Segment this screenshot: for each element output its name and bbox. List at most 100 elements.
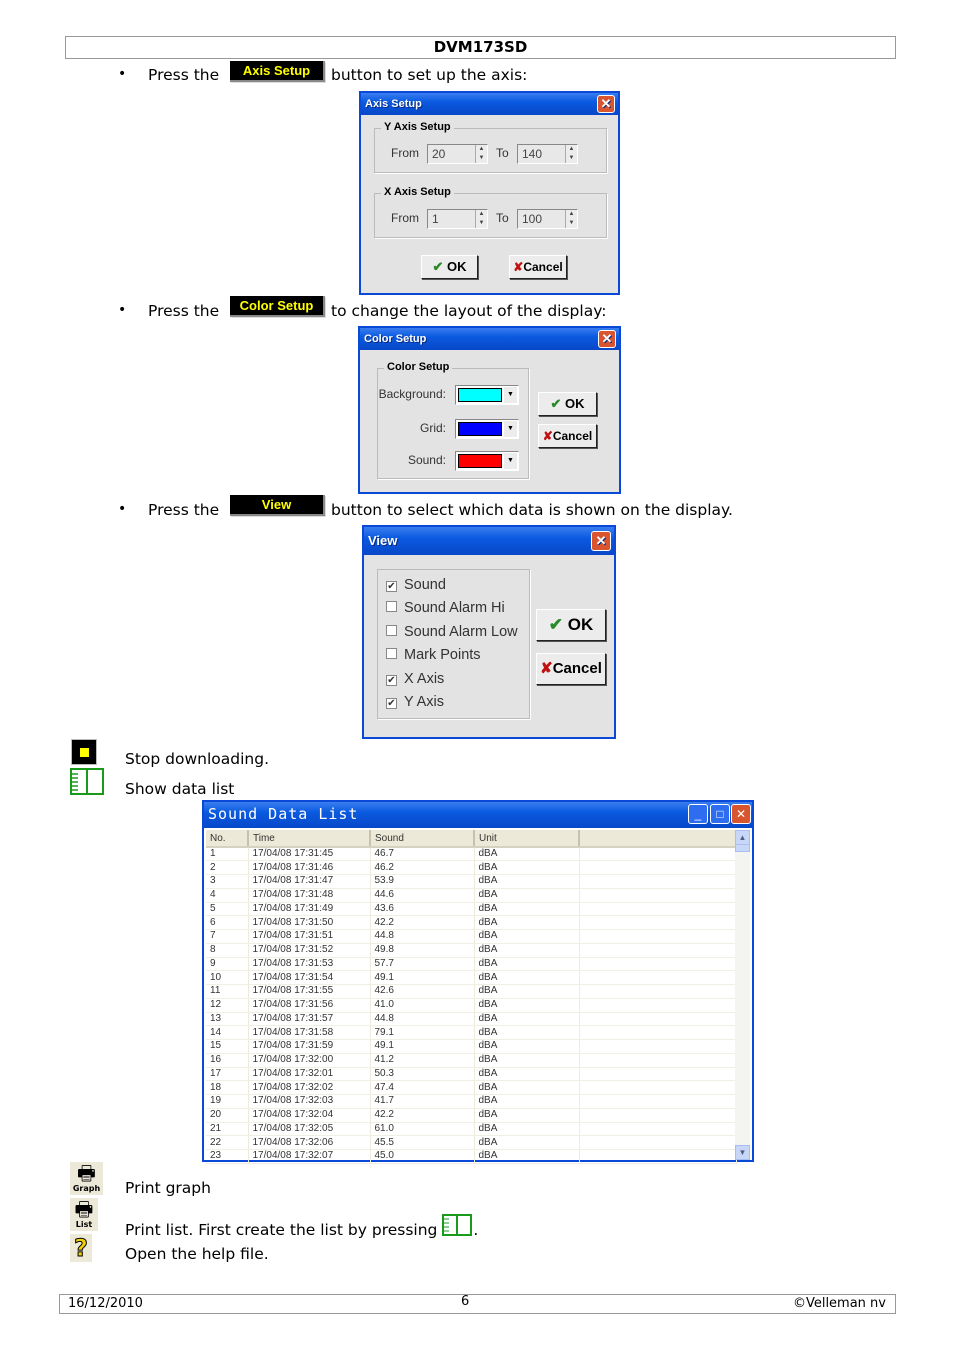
table-cell: 17/04/08 17:31:48 (248, 888, 371, 903)
checkbox[interactable] (386, 648, 397, 660)
value: 140 (522, 147, 543, 161)
ok-button[interactable]: ✔ OK (536, 609, 606, 641)
checkbox[interactable]: ✔ (386, 581, 397, 592)
print-list-icon: 🖶 List (70, 1198, 98, 1231)
vertical-scrollbar[interactable]: ▲ ▼ (735, 830, 750, 1160)
x-to-stepper[interactable]: 100 ▲ ▼ (517, 209, 578, 229)
table-row[interactable]: 5 17/04/08 17:31:49 43.6 dBA (206, 902, 737, 917)
dropdown-arrow-icon[interactable]: ▼ (504, 453, 517, 469)
table-row[interactable]: 15 17/04/08 17:31:59 49.1 dBA (206, 1039, 737, 1054)
view-option-checkbox[interactable]: Sound Alarm Hi (386, 600, 505, 616)
table-cell: 79.1 (370, 1025, 475, 1040)
table-row[interactable]: 3 17/04/08 17:31:47 53.9 dBA (206, 874, 737, 889)
spin-arrows-icon[interactable]: ▲ ▼ (475, 210, 487, 228)
table-row[interactable]: 2 17/04/08 17:31:46 46.2 dBA (206, 860, 737, 875)
checkbox[interactable]: ✔ (386, 698, 397, 709)
table-row[interactable]: 10 17/04/08 17:31:54 49.1 dBA (206, 970, 737, 985)
table-header-row: No. Time Sound Unit (206, 830, 737, 848)
minimize-icon[interactable]: _ (688, 804, 708, 824)
table-row[interactable]: 14 17/04/08 17:31:58 79.1 dBA (206, 1025, 737, 1040)
checkbox-label: Sound (404, 577, 446, 593)
table-row[interactable]: 9 17/04/08 17:31:53 57.7 dBA (206, 957, 737, 972)
window-title: Sound Data List (204, 802, 752, 828)
grid-color-select[interactable]: ▼ (455, 419, 519, 439)
dropdown-arrow-icon[interactable]: ▼ (504, 421, 517, 437)
table-cell (579, 874, 737, 889)
table-cell: dBA (474, 915, 580, 930)
table-row[interactable]: 20 17/04/08 17:32:04 42.2 dBA (206, 1108, 737, 1123)
close-icon[interactable]: ✕ (591, 531, 611, 551)
column-header[interactable] (579, 830, 737, 848)
table-row[interactable]: 23 17/04/08 17:32:07 45.0 dBA (206, 1149, 737, 1164)
close-icon[interactable]: ✕ (731, 804, 751, 824)
column-header[interactable]: Time (248, 830, 371, 848)
table-row[interactable]: 6 17/04/08 17:31:50 42.2 dBA (206, 915, 737, 930)
ok-button[interactable]: ✔ OK (538, 392, 597, 416)
table-cell: 42.2 (370, 915, 475, 930)
column-header[interactable]: Sound (370, 830, 475, 848)
table-row[interactable]: 7 17/04/08 17:31:51 44.8 dBA (206, 929, 737, 944)
view-button[interactable]: View (230, 495, 325, 516)
spin-arrows-icon[interactable]: ▲ ▼ (565, 210, 577, 228)
table-cell: 20 (206, 1108, 249, 1123)
printer-icon: 🖶 (77, 1161, 96, 1185)
color-setup-button[interactable]: Color Setup (230, 296, 325, 317)
table-cell (579, 1053, 737, 1068)
close-icon[interactable]: ✕ (598, 330, 616, 348)
ok-button[interactable]: ✔ OK (421, 255, 478, 279)
title-bar: View ✕ (364, 527, 614, 555)
table-row[interactable]: 19 17/04/08 17:32:03 41.7 dBA (206, 1094, 737, 1109)
table-cell: 8 (206, 943, 249, 958)
table-cell: dBA (474, 970, 580, 985)
checkbox[interactable]: ✔ (386, 674, 397, 686)
scroll-up-icon[interactable]: ▲ (735, 830, 750, 845)
view-option-checkbox[interactable]: Sound Alarm Low (386, 624, 518, 640)
table-row[interactable]: 1 17/04/08 17:31:45 46.7 dBA (206, 847, 737, 862)
scroll-down-icon[interactable]: ▼ (735, 1145, 750, 1160)
checkbox[interactable] (386, 601, 397, 613)
checkbox-label: X Axis (404, 670, 445, 687)
y-from-stepper[interactable]: 20 ▲ ▼ (427, 144, 488, 164)
x-from-stepper[interactable]: 1 ▲ ▼ (427, 209, 488, 229)
table-row[interactable]: 13 17/04/08 17:31:57 44.8 dBA (206, 1012, 737, 1027)
sound-color-select[interactable]: ▼ (455, 451, 519, 471)
spin-arrows-icon[interactable]: ▲ ▼ (475, 145, 487, 163)
view-option-checkbox[interactable]: ✔ X Axis (386, 671, 444, 687)
y-to-stepper[interactable]: 140 ▲ ▼ (517, 144, 578, 164)
cancel-button[interactable]: ✘Cancel (538, 424, 597, 448)
scroll-thumb[interactable] (735, 844, 750, 852)
table-row[interactable]: 11 17/04/08 17:31:55 42.6 dBA (206, 984, 737, 999)
ok-label: OK (447, 259, 467, 274)
table-cell: 49.8 (370, 943, 475, 958)
view-option-checkbox[interactable]: ✔ Y Axis (386, 694, 444, 710)
checkbox[interactable] (386, 624, 397, 636)
maximize-icon[interactable]: □ (710, 804, 730, 824)
check-icon: ✔ (432, 259, 444, 274)
table-row[interactable]: 17 17/04/08 17:32:01 50.3 dBA (206, 1067, 737, 1082)
table-row[interactable]: 4 17/04/08 17:31:48 44.6 dBA (206, 888, 737, 903)
value: 100 (522, 212, 543, 226)
table-cell: 44.8 (370, 1012, 475, 1027)
background-color-select[interactable]: ▼ (455, 385, 519, 405)
spin-arrows-icon[interactable]: ▲ ▼ (565, 145, 577, 163)
view-option-checkbox[interactable]: Mark Points (386, 647, 481, 663)
view-option-checkbox[interactable]: ✔ Sound (386, 577, 446, 593)
column-header[interactable]: Unit (474, 830, 580, 848)
title-bar: Axis Setup ✕ (361, 93, 618, 115)
table-row[interactable]: 18 17/04/08 17:32:02 47.4 dBA (206, 1080, 737, 1095)
table-row[interactable]: 8 17/04/08 17:31:52 49.8 dBA (206, 943, 737, 958)
group-label: Color Setup (384, 361, 453, 373)
table-row[interactable]: 22 17/04/08 17:32:06 45.5 dBA (206, 1135, 737, 1150)
table-row[interactable]: 16 17/04/08 17:32:00 41.2 dBA (206, 1053, 737, 1068)
cancel-button[interactable]: ✘Cancel (509, 255, 567, 279)
table-row[interactable]: 21 17/04/08 17:32:05 61.0 dBA (206, 1122, 737, 1137)
to-label: To (496, 146, 509, 160)
table-cell: dBA (474, 1025, 580, 1040)
dropdown-arrow-icon[interactable]: ▼ (504, 387, 517, 403)
close-icon[interactable]: ✕ (597, 95, 615, 113)
cancel-button[interactable]: ✘Cancel (536, 653, 606, 685)
table-cell: 41.2 (370, 1053, 475, 1068)
table-row[interactable]: 12 17/04/08 17:31:56 41.0 dBA (206, 998, 737, 1013)
column-header[interactable]: No. (206, 830, 249, 848)
axis-setup-button[interactable]: Axis Setup (230, 61, 325, 82)
